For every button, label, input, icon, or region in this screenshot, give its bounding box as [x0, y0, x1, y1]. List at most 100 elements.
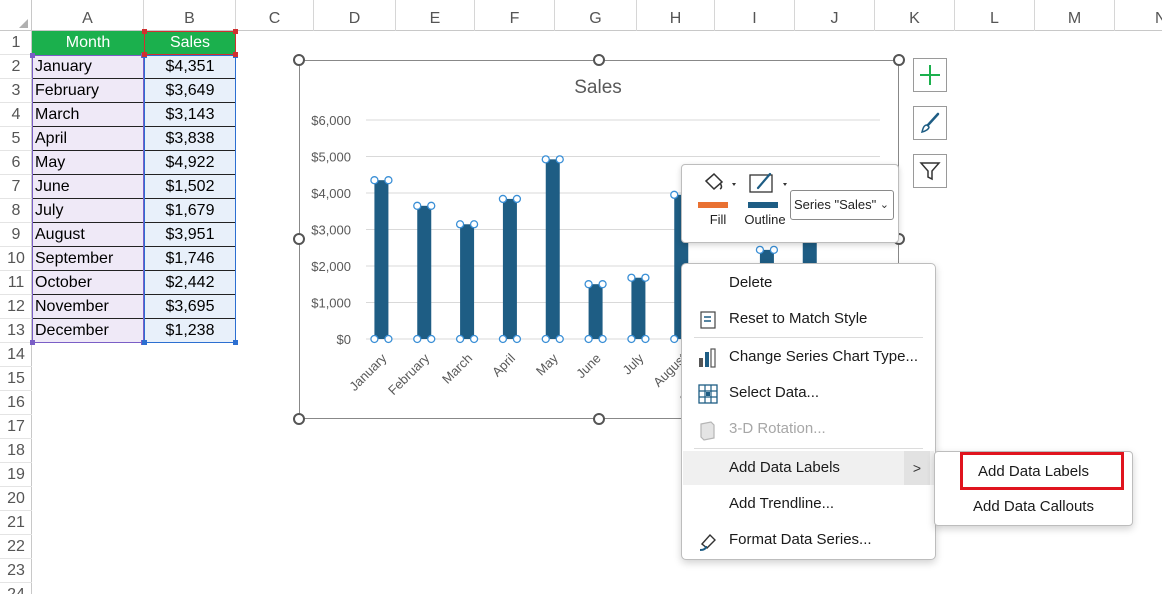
row-header-19[interactable]: 19: [0, 463, 32, 487]
submenu-add-data-callouts[interactable]: Add Data Callouts: [935, 491, 1132, 523]
cell-sales[interactable]: $1,679: [144, 199, 236, 223]
bar-selection-handle[interactable]: [755, 245, 765, 255]
row-header-16[interactable]: 16: [0, 391, 32, 415]
bar-selection-handle[interactable]: [427, 334, 436, 344]
column-header-h[interactable]: H: [637, 0, 715, 31]
header-cell-month[interactable]: Month: [32, 31, 144, 55]
menu-item-format-data-series[interactable]: Format Data Series...: [683, 523, 934, 557]
row-header-5[interactable]: 5: [0, 127, 32, 151]
cell-sales[interactable]: $3,143: [144, 103, 236, 127]
column-header-g[interactable]: G: [555, 0, 637, 31]
cell-sales[interactable]: $1,502: [144, 175, 236, 199]
bar-selection-handle[interactable]: [384, 176, 393, 185]
chart-resize-handle-top[interactable]: [593, 54, 605, 66]
chevron-right-icon[interactable]: >: [904, 451, 930, 485]
menu-item-change-series-chart-type[interactable]: Change Series Chart Type...: [683, 340, 934, 374]
cell-month[interactable]: October: [32, 271, 144, 295]
bar-selection-handle[interactable]: [670, 190, 679, 199]
chart-resize-handle-top-right[interactable]: [893, 54, 905, 66]
cell-month[interactable]: April: [32, 127, 144, 151]
row-header-1[interactable]: 1: [0, 31, 32, 55]
bar-selection-handle[interactable]: [541, 334, 550, 344]
select-all-corner[interactable]: [0, 0, 32, 31]
bar-selection-handle[interactable]: [512, 334, 522, 344]
row-header-15[interactable]: 15: [0, 367, 32, 391]
column-header-m[interactable]: M: [1035, 0, 1115, 31]
cell-sales[interactable]: $3,838: [144, 127, 236, 151]
row-header-17[interactable]: 17: [0, 415, 32, 439]
menu-item-delete[interactable]: Delete: [683, 266, 934, 300]
data-bar[interactable]: [631, 277, 646, 339]
series-select-dropdown[interactable]: Series "Sales" ⌄: [790, 190, 894, 220]
chart-resize-handle-bottom-left[interactable]: [293, 413, 305, 425]
chart-resize-handle-left[interactable]: [293, 233, 305, 245]
bar-selection-handle[interactable]: [627, 334, 636, 344]
row-header-4[interactable]: 4: [0, 103, 32, 127]
row-header-9[interactable]: 9: [0, 223, 32, 247]
row-header-6[interactable]: 6: [0, 151, 32, 175]
cell-sales[interactable]: $3,951: [144, 223, 236, 247]
bar-selection-handle[interactable]: [498, 334, 508, 344]
column-header-k[interactable]: K: [875, 0, 955, 31]
cell-sales[interactable]: $3,695: [144, 295, 236, 319]
column-header-j[interactable]: J: [795, 0, 875, 31]
chart-styles-button[interactable]: [913, 106, 947, 140]
column-header-c[interactable]: C: [236, 0, 314, 31]
outline-button[interactable]: Outline: [738, 171, 792, 227]
bar-selection-handle[interactable]: [555, 155, 564, 164]
row-header-10[interactable]: 10: [0, 247, 32, 271]
data-bar[interactable]: [545, 159, 560, 339]
fill-button[interactable]: Fill: [694, 171, 742, 227]
menu-item-reset-to-match-style[interactable]: Reset to Match Style: [683, 302, 934, 336]
column-header-l[interactable]: L: [955, 0, 1035, 31]
cell-month[interactable]: June: [32, 175, 144, 199]
bar-selection-handle[interactable]: [455, 220, 465, 229]
bar-selection-handle[interactable]: [670, 334, 679, 344]
cell-month[interactable]: August: [32, 223, 144, 247]
row-header-21[interactable]: 21: [0, 511, 32, 535]
submenu-add-data-labels[interactable]: Add Data Labels: [935, 456, 1132, 488]
data-bar[interactable]: [588, 284, 603, 339]
row-header-22[interactable]: 22: [0, 535, 32, 559]
bar-selection-handle[interactable]: [769, 245, 779, 255]
row-header-14[interactable]: 14: [0, 343, 32, 367]
row-header-2[interactable]: 2: [0, 55, 32, 79]
bar-selection-handle[interactable]: [370, 176, 379, 185]
cell-month[interactable]: March: [32, 103, 144, 127]
column-header-e[interactable]: E: [396, 0, 475, 31]
row-header-23[interactable]: 23: [0, 559, 32, 583]
cell-month[interactable]: December: [32, 319, 144, 343]
row-header-11[interactable]: 11: [0, 271, 32, 295]
cell-month[interactable]: February: [32, 79, 144, 103]
bar-selection-handle[interactable]: [598, 280, 607, 289]
bar-selection-handle[interactable]: [427, 201, 436, 210]
bar-selection-handle[interactable]: [627, 273, 636, 282]
bar-selection-handle[interactable]: [555, 334, 564, 344]
row-header-18[interactable]: 18: [0, 439, 32, 463]
cell-month[interactable]: January: [32, 55, 144, 79]
bar-selection-handle[interactable]: [498, 194, 508, 204]
cell-month[interactable]: November: [32, 295, 144, 319]
bar-selection-handle[interactable]: [413, 334, 422, 344]
data-bar[interactable]: [502, 198, 517, 339]
bar-selection-handle[interactable]: [598, 334, 607, 344]
row-header-8[interactable]: 8: [0, 199, 32, 223]
bar-selection-handle[interactable]: [641, 334, 650, 344]
bar-selection-handle[interactable]: [584, 334, 593, 344]
bar-selection-handle[interactable]: [455, 334, 465, 344]
column-header-i[interactable]: I: [715, 0, 795, 31]
row-header-13[interactable]: 13: [0, 319, 32, 343]
column-header-d[interactable]: D: [314, 0, 396, 31]
menu-item-add-trendline[interactable]: Add Trendline...: [683, 487, 934, 521]
bar-selection-handle[interactable]: [384, 334, 393, 344]
bar-selection-handle[interactable]: [370, 334, 379, 344]
cell-month[interactable]: July: [32, 199, 144, 223]
cell-month[interactable]: September: [32, 247, 144, 271]
chart-elements-button[interactable]: [913, 58, 947, 92]
bar-selection-handle[interactable]: [584, 280, 593, 289]
row-header-7[interactable]: 7: [0, 175, 32, 199]
column-header-a[interactable]: A: [32, 0, 144, 31]
row-header-12[interactable]: 12: [0, 295, 32, 319]
header-cell-sales[interactable]: Sales: [144, 31, 236, 55]
cell-sales[interactable]: $2,442: [144, 271, 236, 295]
